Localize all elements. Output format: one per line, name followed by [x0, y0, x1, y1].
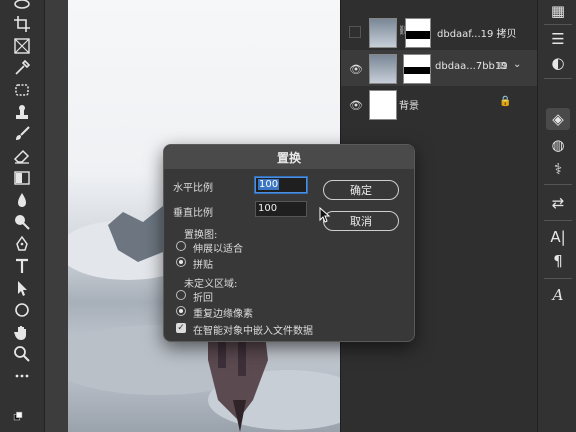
zoom-icon[interactable] — [10, 344, 34, 364]
h-scale-label: 水平比例 — [173, 183, 213, 194]
mouse-cursor-icon — [319, 207, 331, 223]
displacement-map-label: 置换图: — [184, 230, 218, 241]
lock-icon[interactable]: 🔒 — [499, 96, 511, 107]
layer-row-background[interactable]: 👁 背景 🔒 — [341, 86, 537, 122]
eye-icon[interactable]: 👁 — [349, 63, 363, 76]
brush-icon[interactable] — [10, 124, 34, 144]
layer-row-selected[interactable]: 👁 dbdaa...7bb19 ⧉ ⌄ — [341, 50, 537, 86]
paragraph-icon[interactable]: ¶ — [546, 250, 570, 272]
glyphs-icon[interactable]: A — [546, 284, 570, 306]
spot-healing-icon[interactable] — [10, 80, 34, 100]
undefined-area-label: 未定义区域: — [184, 279, 238, 290]
channels-icon[interactable]: ◍ — [546, 134, 570, 156]
radio-stretch-to-fit[interactable] — [176, 241, 186, 251]
more-icon[interactable] — [10, 366, 34, 386]
ok-button[interactable]: 确定 — [323, 180, 399, 200]
path-select-icon[interactable] — [10, 278, 34, 298]
color-icon[interactable]: ◐ — [546, 52, 570, 74]
dodge-icon[interactable] — [10, 212, 34, 232]
cancel-button[interactable]: 取消 — [323, 211, 399, 231]
layer-name: dbdaa...7bb19 — [435, 61, 508, 72]
v-scale-input[interactable]: 100 — [255, 201, 307, 217]
tile-label: 拼贴 — [193, 260, 213, 271]
layer-mask-thumbnail — [403, 54, 431, 84]
blur-icon[interactable] — [10, 190, 34, 210]
divider — [544, 220, 572, 221]
embed-checkbox[interactable]: ✓ — [176, 323, 186, 333]
ellipse-icon[interactable] — [10, 300, 34, 320]
visibility-toggle[interactable] — [349, 26, 361, 38]
smart-object-icon: ⧉ — [499, 59, 507, 72]
eraser-icon[interactable] — [10, 146, 34, 166]
divider — [544, 24, 572, 25]
chevron-down-icon[interactable]: ⌄ — [513, 59, 521, 70]
layers-icon[interactable]: ◈ — [546, 108, 570, 130]
divider — [544, 78, 572, 79]
hand-icon[interactable] — [10, 322, 34, 342]
dialog-title: 置换 — [164, 145, 414, 169]
layer-name: 背景 — [399, 101, 419, 112]
radio-wrap-around[interactable] — [176, 290, 186, 300]
adjustments-icon[interactable]: ☰ — [546, 28, 570, 50]
wrap-around-label: 折回 — [193, 293, 213, 304]
crop-icon[interactable] — [10, 14, 34, 34]
layer-thumbnail — [369, 54, 397, 84]
h-scale-input[interactable]: 100 — [255, 177, 307, 193]
eyedropper-icon[interactable] — [10, 58, 34, 78]
character-icon[interactable]: A| — [546, 226, 570, 248]
panel-icon-strip: ▦ ☰ ◐ ◈ ◍ ⚕ ⇄ A| ¶ A — [537, 0, 576, 432]
v-scale-label: 垂直比例 — [173, 208, 213, 219]
layer-mask-thumbnail — [405, 18, 431, 48]
pen-icon[interactable] — [10, 234, 34, 254]
layer-thumbnail — [369, 90, 397, 120]
divider — [544, 184, 572, 185]
properties-icon[interactable]: ⇄ — [546, 192, 570, 214]
divider — [544, 278, 572, 279]
eye-icon[interactable]: 👁 — [349, 99, 363, 112]
clone-stamp-icon[interactable] — [10, 102, 34, 122]
tools-panel — [0, 0, 45, 432]
layer-row-copy[interactable]: ⛓ dbdaaf...19 拷贝 — [341, 14, 537, 50]
gradient-icon[interactable] — [10, 168, 34, 188]
radio-repeat-edge-pixels[interactable] — [176, 306, 186, 316]
libraries-icon[interactable]: ▦ — [546, 0, 570, 22]
repeat-edge-pixels-label: 重复边缘像素 — [193, 309, 253, 320]
embed-label: 在智能对象中嵌入文件数据 — [193, 326, 313, 337]
color-swatches-icon[interactable] — [6, 406, 38, 426]
paths-icon[interactable]: ⚕ — [546, 158, 570, 180]
layer-thumbnail — [369, 18, 397, 48]
layer-name: dbdaaf...19 拷贝 — [437, 29, 517, 40]
type-icon[interactable] — [10, 256, 34, 276]
displace-dialog: 置换 水平比例 100 垂直比例 100 确定 取消 置换图: 伸展以适合 拼贴… — [163, 144, 415, 342]
radio-tile[interactable] — [176, 257, 186, 267]
frame-icon[interactable] — [10, 36, 34, 56]
stretch-to-fit-label: 伸展以适合 — [193, 244, 243, 255]
